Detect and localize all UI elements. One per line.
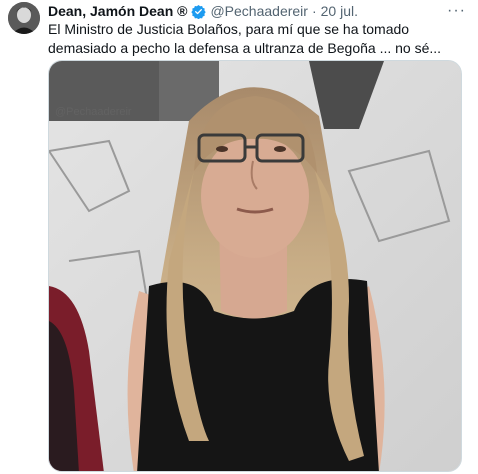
more-horizontal-icon[interactable]: ··· <box>443 2 470 20</box>
tweet-header: Dean, Jamón Dean ® @Pechaadereir · 20 ju… <box>48 2 470 20</box>
verified-badge-icon <box>191 4 207 19</box>
author-handle[interactable]: @Pechaadereir <box>210 2 308 20</box>
tweet-media-image[interactable]: @Pechaadereir <box>48 60 462 472</box>
tweet-card[interactable]: Dean, Jamón Dean ® @Pechaadereir · 20 ju… <box>0 0 478 474</box>
separator-dot: · <box>311 3 317 19</box>
media-watermark: @Pechaadereir <box>55 106 132 118</box>
author-name[interactable]: Dean, Jamón Dean ® <box>48 2 187 20</box>
tweet-text: El Ministro de Justicia Bolaños, para mí… <box>48 21 442 56</box>
tweet-date[interactable]: 20 jul. <box>321 2 358 20</box>
avatar[interactable] <box>8 2 40 34</box>
